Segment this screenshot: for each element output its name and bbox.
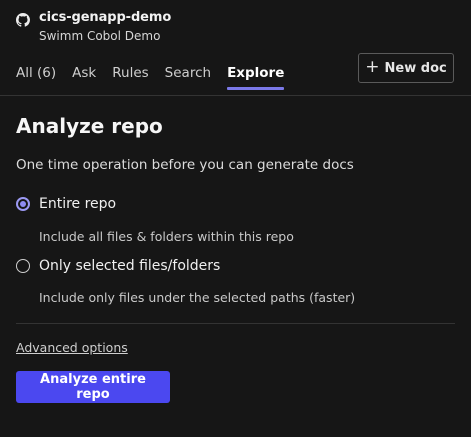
plus-icon: + <box>365 56 380 77</box>
repo-name: cics-genapp-demo <box>39 10 172 25</box>
repo-subtitle: Swimm Cobol Demo <box>39 29 161 43</box>
options-divider <box>16 323 455 324</box>
repo-text: cics-genapp-demo Swimm Cobol Demo <box>39 9 171 45</box>
tab-explore[interactable]: Explore <box>227 62 285 90</box>
github-icon <box>16 12 30 27</box>
page-subtitle: One time operation before you can genera… <box>16 157 354 173</box>
option-selected-files-label: Only selected files/folders <box>39 258 221 274</box>
radio-unselected-icon[interactable] <box>16 259 30 273</box>
tab-all[interactable]: All (6) <box>16 62 56 84</box>
header-divider <box>0 95 471 96</box>
tab-ask[interactable]: Ask <box>72 62 96 84</box>
page-title: Analyze repo <box>16 114 163 138</box>
new-doc-button[interactable]: + New doc <box>358 53 454 83</box>
analyze-repo-button[interactable]: Analyze entire repo <box>16 371 170 403</box>
advanced-options-link[interactable]: Advanced options <box>16 340 128 355</box>
new-doc-label: New doc <box>384 60 447 76</box>
tab-bar: All (6) Ask Rules Search Explore <box>16 62 300 90</box>
analyze-repo-panel: cics-genapp-demo Swimm Cobol Demo All (6… <box>0 0 471 437</box>
option-entire-repo-label: Entire repo <box>39 196 117 212</box>
repo-header: cics-genapp-demo Swimm Cobol Demo <box>16 9 171 45</box>
option-entire-repo[interactable]: Entire repo <box>16 196 116 212</box>
option-entire-repo-hint: Include all files & folders within this … <box>39 229 294 244</box>
option-selected-files-hint: Include only files under the selected pa… <box>39 290 356 305</box>
tab-search[interactable]: Search <box>165 62 211 84</box>
radio-selected-icon[interactable] <box>16 197 30 211</box>
option-selected-files[interactable]: Only selected files/folders <box>16 258 220 274</box>
tab-rules[interactable]: Rules <box>112 62 148 84</box>
